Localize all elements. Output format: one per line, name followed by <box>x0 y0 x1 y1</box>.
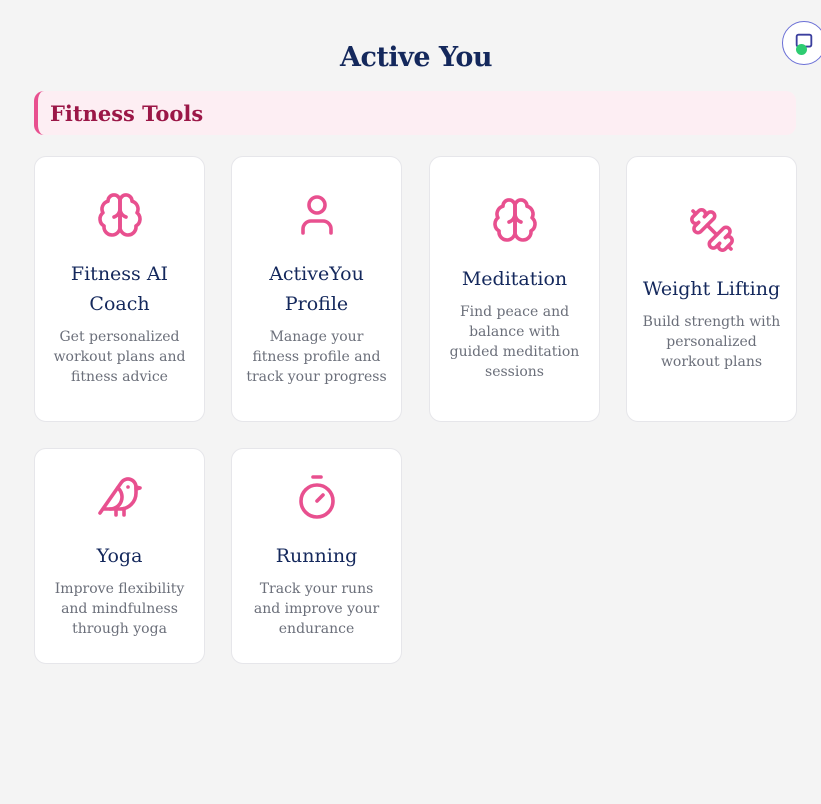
dumbbell-icon <box>688 206 736 254</box>
tool-card-description: Build strength with personalized workout… <box>642 314 781 370</box>
tool-card-title: ActiveYou Profile <box>269 263 364 315</box>
stopwatch-icon <box>293 473 341 521</box>
section-title: Fitness Tools <box>50 100 204 126</box>
tool-card-title: Yoga <box>96 545 143 567</box>
tool-card-title: Running <box>275 545 358 567</box>
tool-card-description: Track your runs and improve your enduran… <box>253 581 380 637</box>
tool-card-title: Meditation <box>461 268 568 290</box>
user-icon <box>293 191 341 239</box>
tool-card-description: Get personalized workout plans and fitne… <box>53 329 186 385</box>
bird-icon <box>96 473 144 521</box>
section-header: Fitness Tools <box>34 91 796 135</box>
tool-card-weight-lifting[interactable]: Weight Lifting Build strength with perso… <box>626 156 797 422</box>
chat-widget-button[interactable] <box>782 21 821 65</box>
tool-card-activeyou-profile[interactable]: ActiveYou Profile Manage your fitness pr… <box>231 156 402 422</box>
tool-card-description: Improve flexibility and mindfulness thro… <box>54 581 185 637</box>
tool-card-description: Find peace and balance with guided medit… <box>449 304 580 380</box>
tool-card-title: Fitness AI Coach <box>70 263 169 315</box>
tool-card-yoga[interactable]: Yoga Improve flexibility and mindfulness… <box>34 448 205 664</box>
tool-card-title: Weight Lifting <box>642 278 781 300</box>
tool-card-description: Manage your fitness profile and track yo… <box>246 329 387 385</box>
online-status-dot <box>796 44 807 55</box>
tool-card-meditation[interactable]: Meditation Find peace and balance with g… <box>429 156 600 422</box>
tool-card-fitness-ai-coach[interactable]: Fitness AI Coach Get personalized workou… <box>34 156 205 422</box>
tool-card-running[interactable]: Running Track your runs and improve your… <box>231 448 402 664</box>
page: Active You Fitness Tools Fitness AI Coac… <box>0 0 821 804</box>
brain-icon <box>491 196 539 244</box>
brain-icon <box>96 191 144 239</box>
page-title: Active You <box>340 42 492 73</box>
